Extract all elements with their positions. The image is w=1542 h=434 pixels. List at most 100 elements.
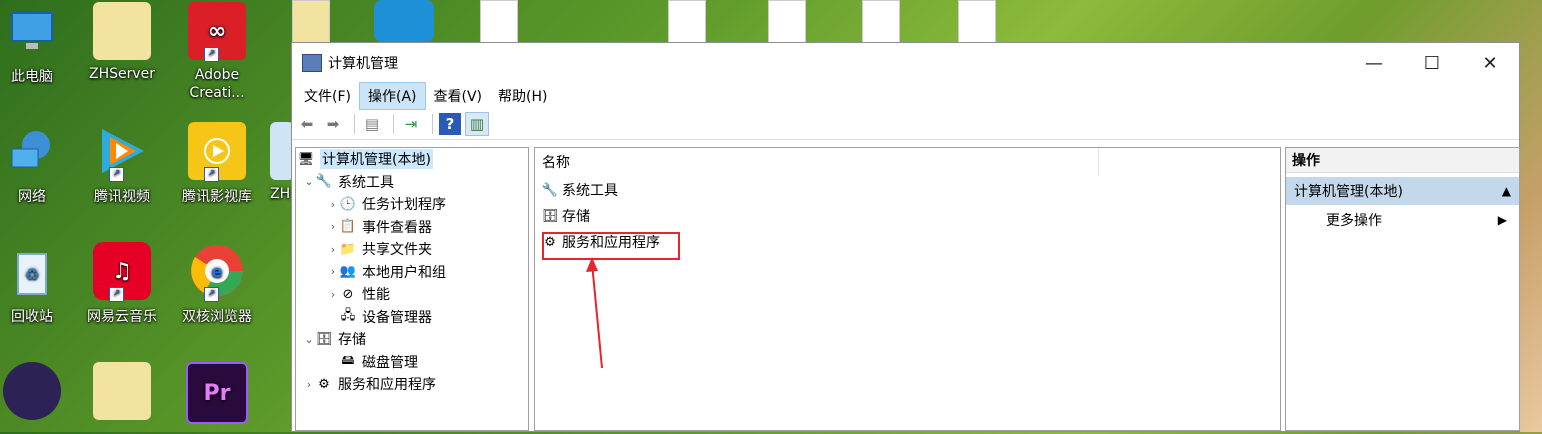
desktop-icon-label: 网易云音乐 <box>87 309 157 325</box>
menu-help[interactable]: 帮助(H) <box>490 83 555 109</box>
desktop-icon-this-pc[interactable]: 此电脑 <box>0 2 76 86</box>
toolbar-separator <box>354 114 355 134</box>
desktop-icon-zh[interactable]: ZH <box>254 122 294 202</box>
tree-item-label: 存储 <box>338 332 366 349</box>
tree-item-storage[interactable]: ⌄ 🗄 存储 <box>296 328 528 351</box>
actions-section[interactable]: 计算机管理(本地) ▲ <box>1286 177 1519 205</box>
chevron-down-icon[interactable]: ⌄ <box>302 333 316 346</box>
eclipse-icon <box>3 362 61 420</box>
event-viewer-icon: 📋 <box>339 219 357 235</box>
tools-icon: 🔧 <box>315 174 333 190</box>
show-action-pane-icon[interactable]: ▥ <box>465 112 489 136</box>
tree-item-disk-management[interactable]: 🖴 磁盘管理 <box>296 351 528 374</box>
menu-view[interactable]: 查看(V) <box>426 83 491 109</box>
desktop-icon-premiere[interactable]: Pr <box>173 362 261 430</box>
close-button[interactable]: ✕ <box>1461 43 1519 83</box>
desktop-icon-tencent-video[interactable]: ↗ 腾讯视频 <box>78 122 166 206</box>
maximize-button[interactable]: ☐ <box>1403 43 1461 83</box>
toolbar-separator <box>432 114 433 134</box>
tree-item-shared-folders[interactable]: › 📁 共享文件夹 <box>296 238 528 261</box>
chevron-right-icon[interactable]: › <box>302 378 316 391</box>
collapse-up-icon[interactable]: ▲ <box>1502 184 1511 198</box>
shared-folder-icon: 📁 <box>339 241 357 257</box>
export-list-icon[interactable]: ⇥ <box>400 113 422 135</box>
forward-arrow-icon[interactable]: ➡ <box>322 113 344 135</box>
computer-management-icon <box>302 54 322 72</box>
desktop-icon-label: 腾讯影视库 <box>182 189 252 205</box>
desktop-icon-recycle-bin[interactable]: ♻ 回收站 <box>0 242 76 326</box>
desktop-icon-browser[interactable]: e ↗ 双核浏览器 <box>173 242 261 326</box>
storage-icon: 🗄 <box>315 331 333 347</box>
netease-music-icon: ♫ ↗ <box>93 242 151 302</box>
tree-item-task-scheduler[interactable]: › 🕒 任务计划程序 <box>296 193 528 216</box>
menu-action[interactable]: 操作(A) <box>358 82 426 110</box>
tree-item-event-viewer[interactable]: › 📋 事件查看器 <box>296 216 528 239</box>
monitor-icon <box>3 2 61 60</box>
desktop-icon-label: 回收站 <box>11 309 53 325</box>
device-manager-icon: 🖧 <box>340 307 356 323</box>
desktop-icon-adobe[interactable]: ∞ ↗ Adobe Creati... <box>173 2 261 102</box>
title-bar[interactable]: 计算机管理 — ☐ ✕ <box>292 43 1519 83</box>
desktop-icon-label: 网络 <box>18 189 46 205</box>
svg-text:e: e <box>212 262 223 281</box>
folder-icon[interactable] <box>292 0 330 44</box>
services-icon: ⚙ <box>318 376 330 392</box>
disk-icon: 🖴 <box>341 352 355 368</box>
chevron-right-icon[interactable]: › <box>326 265 340 278</box>
recycle-bin-icon: ♻ <box>3 242 61 300</box>
back-arrow-icon[interactable]: ⬅ <box>296 113 318 135</box>
tree-item-system-tools[interactable]: ⌄ 🔧 系统工具 <box>296 171 528 194</box>
desktop-icon-network[interactable]: 网络 <box>0 122 76 206</box>
chevron-right-icon[interactable]: › <box>326 220 340 233</box>
tree-item-label: 服务和应用程序 <box>338 377 436 394</box>
chevron-right-icon[interactable]: › <box>326 243 340 256</box>
tree-item-local-users[interactable]: › 👥 本地用户和组 <box>296 261 528 284</box>
desktop-icon-eclipse[interactable] <box>0 362 76 426</box>
help-icon[interactable]: ? <box>439 113 461 135</box>
chevron-down-icon[interactable]: ⌄ <box>302 175 316 188</box>
actions-header: 操作 <box>1286 148 1519 173</box>
app-icon[interactable] <box>374 0 434 42</box>
tencent-video-icon: ↗ <box>93 122 151 182</box>
annotation-arrow <box>586 257 603 369</box>
tree-item-label: 设备管理器 <box>362 309 432 326</box>
show-hide-tree-icon[interactable]: ▤ <box>361 113 383 135</box>
file-icon[interactable] <box>862 0 900 44</box>
window-controls: — ☐ ✕ <box>1345 43 1519 83</box>
toolbar: ⬅ ➡ ▤ ⇥ ? ▥ <box>292 109 1519 140</box>
tree-item-performance[interactable]: › ⊘ 性能 <box>296 283 528 306</box>
desktop-icon-label: 双核浏览器 <box>182 309 252 325</box>
tree-item-services-apps[interactable]: › ⚙ 服务和应用程序 <box>296 373 528 396</box>
window-title: 计算机管理 <box>328 56 398 72</box>
clock-icon: 🕒 <box>339 196 357 212</box>
panes: 🖥 计算机管理(本地) ⌄ 🔧 系统工具 › 🕒 任务计划程序 › 📋 事件查看… <box>292 147 1520 431</box>
computer-management-window: 计算机管理 — ☐ ✕ 文件(F) 操作(A) 查看(V) 帮助(H) ⬅ ➡ … <box>291 42 1520 432</box>
tree-item-device-manager[interactable]: 🖧 设备管理器 <box>296 306 528 329</box>
chevron-right-icon[interactable]: › <box>326 288 340 301</box>
desktop-icon-netease-music[interactable]: ♫ ↗ 网易云音乐 <box>78 242 166 326</box>
tree-item-label: 性能 <box>362 287 390 304</box>
actions-pane: 操作 计算机管理(本地) ▲ 更多操作 ▶ <box>1285 147 1520 431</box>
svg-text:♻: ♻ <box>25 265 39 284</box>
word-file-icon[interactable] <box>480 0 518 44</box>
tree-pane: 🖥 计算机管理(本地) ⌄ 🔧 系统工具 › 🕒 任务计划程序 › 📋 事件查看… <box>295 147 529 431</box>
desktop-icon-tencent-library[interactable]: ↗ 腾讯影视库 <box>173 122 261 206</box>
desktop-icon-zhserver[interactable]: ZHServer <box>78 2 166 82</box>
minimize-button[interactable]: — <box>1345 43 1403 83</box>
desktop-icon-label: ZHServer <box>88 66 156 82</box>
tree-item-label: 事件查看器 <box>362 219 432 236</box>
file-icon[interactable] <box>768 0 806 44</box>
computer-management-icon: 🖥 <box>297 151 315 167</box>
tree-item-label: 计算机管理(本地) <box>320 149 433 170</box>
more-actions-item[interactable]: 更多操作 ▶ <box>1286 205 1519 235</box>
tree-item-label: 任务计划程序 <box>362 197 446 214</box>
file-icon[interactable] <box>958 0 996 44</box>
folder-icon <box>93 362 151 420</box>
menu-file[interactable]: 文件(F) <box>296 83 359 109</box>
tree-item-label: 共享文件夹 <box>362 242 432 259</box>
desktop-icon-folder[interactable] <box>78 362 166 426</box>
network-icon <box>3 122 61 180</box>
tree-item-root[interactable]: 🖥 计算机管理(本地) <box>296 148 528 171</box>
chevron-right-icon[interactable]: › <box>326 198 340 211</box>
java-file-icon[interactable] <box>668 0 706 44</box>
